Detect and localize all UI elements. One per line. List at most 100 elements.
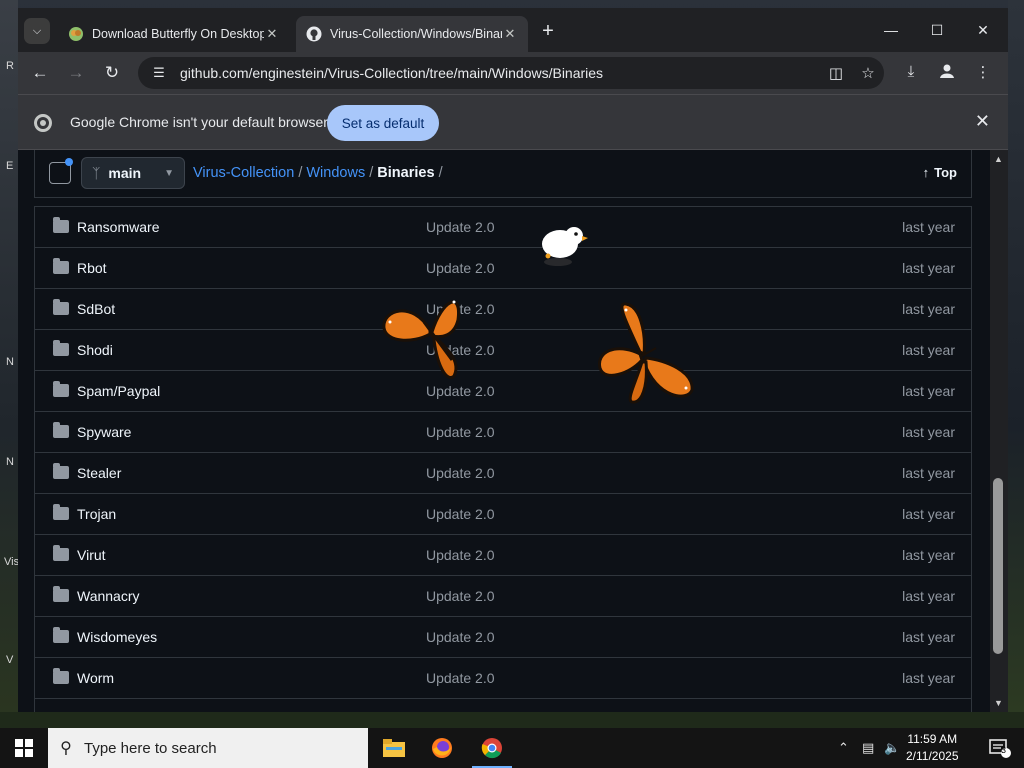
folder-name-link[interactable]: Rbot [77,260,107,276]
desktop-icon-label[interactable]: E [6,160,13,172]
close-tab-icon[interactable]: ✕ [264,26,280,42]
browser-toolbar: ← → ↻ ☰ github.com/enginestein/Virus-Col… [18,52,1008,94]
browser-window: ⌵ Download Butterfly On Desktop ✕ Virus-… [18,8,1008,712]
scroll-down-icon[interactable]: ▼ [994,698,1003,708]
bookmark-star-icon[interactable]: ☆ [852,64,884,82]
table-row[interactable]: Worm Update 2.0 last year [35,658,971,699]
network-icon[interactable]: ▤ [862,740,874,756]
commit-message-link[interactable]: Update 2.0 [426,547,495,563]
duck-desktop-pet[interactable] [538,224,588,270]
profile-icon[interactable] [934,63,960,85]
scrollbar-thumb[interactable] [993,478,1003,654]
windows-start-button[interactable] [0,728,48,768]
download-icon[interactable]: ⤓ [898,63,924,85]
folder-name-link[interactable]: SdBot [77,301,115,317]
branch-selector-button[interactable]: ᛉ main ▼ [81,157,185,189]
commit-message-link[interactable]: Update 2.0 [426,383,495,399]
folder-name-link[interactable]: Stealer [77,465,121,481]
close-window-icon[interactable]: ✕ [960,18,1006,42]
table-row[interactable]: Wisdomeyes Update 2.0 last year [35,617,971,658]
branch-name: main [108,165,142,181]
firefox-taskbar-button[interactable] [418,728,466,768]
breadcrumb-repo-link[interactable]: Virus-Collection [193,165,294,181]
taskbar-clock[interactable]: 11:59 AM 2/11/2025 [906,731,959,765]
folder-name-link[interactable]: Trojan [77,506,116,522]
desktop-bottom-edge [0,712,1024,728]
top-button[interactable]: ↑ Top [923,165,957,180]
infobar-message: Google Chrome isn't your default browser [70,114,328,130]
folder-name-link[interactable]: Wannacry [77,588,140,604]
commit-message-link[interactable]: Update 2.0 [426,219,495,235]
butterfly-favicon-icon [68,26,84,42]
table-row[interactable]: Spam/Paypal Update 2.0 last year [35,371,971,412]
tab-strip: ⌵ Download Butterfly On Desktop ✕ Virus-… [18,8,1008,52]
chevron-up-icon[interactable]: ⌃ [838,740,849,756]
minimize-icon[interactable]: — [868,18,914,42]
url-text[interactable]: github.com/enginestein/Virus-Collection/… [174,65,820,81]
tab-butterfly[interactable]: Download Butterfly On Desktop ✕ [58,16,290,52]
table-row[interactable]: Rbot Update 2.0 last year [35,248,971,289]
table-row[interactable]: Ransomware Update 2.0 last year [35,207,971,248]
table-row[interactable]: Spyware Update 2.0 last year [35,412,971,453]
desktop-icon-label[interactable]: Vis [4,556,19,568]
commit-age: last year [902,424,955,440]
kebab-menu-icon[interactable]: ⋮ [970,63,996,85]
table-row[interactable]: Virut Update 2.0 last year [35,535,971,576]
site-info-icon[interactable]: ☰ [144,65,174,81]
folder-icon [53,422,69,438]
folder-icon [53,258,69,274]
taskbar-search-box[interactable]: ⚲ Type here to search [48,728,368,768]
table-row[interactable]: Stealer Update 2.0 last year [35,453,971,494]
folder-name-link[interactable]: Ransomware [77,219,159,235]
commit-message-link[interactable]: Update 2.0 [426,260,495,276]
folder-name-link[interactable]: Shodi [77,342,113,358]
tab-virus-collection[interactable]: Virus-Collection/Windows/Binaries ✕ [296,16,528,52]
commit-message-link[interactable]: Update 2.0 [426,629,495,645]
new-tab-icon[interactable]: + [536,20,560,43]
chrome-taskbar-button[interactable] [468,728,516,768]
chrome-icon [481,738,502,759]
desktop-icon-label[interactable]: N [6,356,14,368]
folder-name-link[interactable]: Virut [77,547,106,563]
commit-message-link[interactable]: Update 2.0 [426,424,495,440]
file-explorer-taskbar-button[interactable] [370,728,418,768]
address-bar[interactable]: ☰ github.com/enginestein/Virus-Collectio… [138,57,884,89]
desktop-icon-label[interactable]: V [6,654,13,666]
folder-name-link[interactable]: Spam/Paypal [77,383,160,399]
folder-icon [53,545,69,561]
close-icon[interactable]: ✕ [975,111,990,132]
set-as-default-button[interactable]: Set as default [327,105,439,141]
reload-icon[interactable]: ↻ [99,61,125,85]
scroll-up-icon[interactable]: ▲ [994,154,1003,164]
back-arrow-icon[interactable]: ← [27,61,53,85]
forward-arrow-icon[interactable]: → [63,61,89,85]
breadcrumb-folder-link[interactable]: Windows [306,165,365,181]
desktop-icon-label[interactable]: N [6,456,14,468]
github-icon [306,26,322,42]
page-content: ᛉ main ▼ Virus-Collection / Windows / Bi… [18,150,990,712]
butterfly-desktop-pet[interactable] [382,290,478,382]
install-app-icon[interactable]: ◫ [820,64,852,82]
folder-name-link[interactable]: Spyware [77,424,131,440]
tab-search-button[interactable]: ⌵ [24,18,50,44]
commit-message-link[interactable]: Update 2.0 [426,588,495,604]
desktop-icon-label[interactable]: R [6,60,14,72]
default-browser-infobar: Google Chrome isn't your default browser… [18,94,1008,150]
table-row[interactable]: Shodi Update 2.0 last year [35,330,971,371]
folder-name-link[interactable]: Wisdomeyes [77,629,157,645]
notification-center-button[interactable]: 3 [976,728,1024,768]
commit-age: last year [902,301,955,317]
volume-muted-icon[interactable]: 🔈 [884,740,900,756]
table-row[interactable]: Wannacry Update 2.0 last year [35,576,971,617]
table-row[interactable]: Trojan Update 2.0 last year [35,494,971,535]
commit-message-link[interactable]: Update 2.0 [426,506,495,522]
close-tab-icon[interactable]: ✕ [502,26,518,42]
commit-message-link[interactable]: Update 2.0 [426,465,495,481]
maximize-icon[interactable]: ☐ [914,18,960,42]
folder-name-link[interactable]: Worm [77,670,114,686]
table-row[interactable]: SdBot Update 2.0 last year [35,289,971,330]
notification-dot [65,158,73,166]
butterfly-desktop-pet[interactable] [596,302,696,406]
breadcrumb-separator: / [369,165,374,181]
commit-message-link[interactable]: Update 2.0 [426,670,495,686]
